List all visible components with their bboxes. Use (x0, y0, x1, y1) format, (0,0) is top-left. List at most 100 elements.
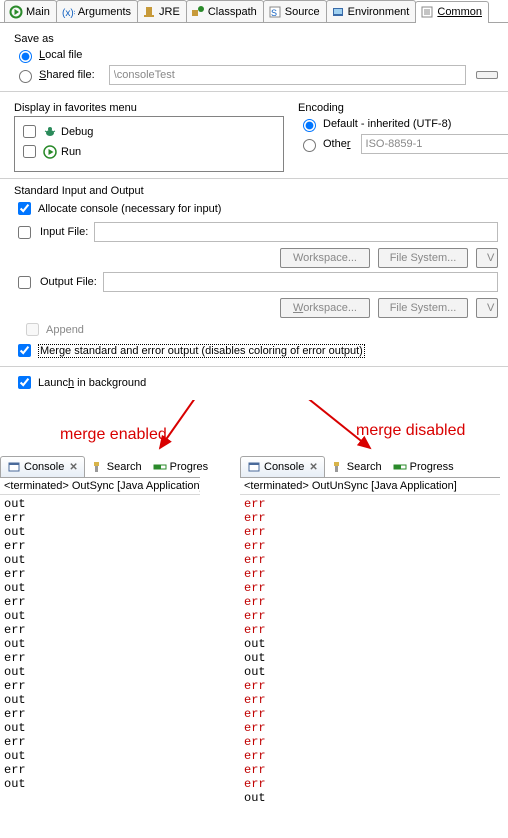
favorite-debug-label: Debug (61, 126, 93, 138)
console-icon (7, 460, 21, 474)
tab-arguments[interactable]: (x)= Arguments (56, 0, 138, 22)
progress-icon (153, 460, 167, 474)
input-workspace-button[interactable]: Workspace... (280, 248, 370, 268)
append-checkbox[interactable] (26, 323, 39, 336)
tab-label: Common (437, 6, 482, 18)
tab-label: Arguments (78, 6, 131, 18)
console-line: err (244, 511, 496, 525)
view-tab-progress-left[interactable]: Progres (147, 457, 215, 477)
input-variables-button[interactable]: V (476, 248, 498, 268)
console-output-left[interactable]: outerrouterrouterrouterrouterrouterroute… (0, 495, 200, 793)
output-filesystem-button[interactable]: File System... (378, 298, 468, 318)
console-line: err (244, 609, 496, 623)
view-tab-console-right[interactable]: Console ✕ (240, 456, 325, 477)
console-line: err (4, 595, 196, 609)
tab-source[interactable]: S Source (263, 0, 327, 22)
input-file-input[interactable] (94, 222, 498, 242)
view-tab-search-left[interactable]: Search (84, 457, 148, 477)
console-line: out (4, 525, 196, 539)
output-variables-button[interactable]: V (476, 298, 498, 318)
svg-text:S: S (271, 8, 277, 18)
arguments-icon: (x)= (61, 5, 75, 19)
console-line: err (4, 539, 196, 553)
view-tab-progress-right[interactable]: Progress (387, 457, 460, 477)
console-output-right[interactable]: errerrerrerrerrerrerrerrerrerroutoutoute… (240, 495, 500, 807)
bug-icon (43, 125, 57, 139)
encoding-other-input[interactable] (361, 134, 508, 154)
main-icon (9, 5, 23, 19)
output-file-label: Output File: (40, 276, 97, 288)
launch-config-tabstrip: Main (x)= Arguments JRE Classpath S Sour… (0, 0, 508, 23)
allocate-console-checkbox[interactable] (18, 202, 31, 215)
common-tab-body: Save as Local file Shared file: Display … (0, 23, 508, 400)
console-line: err (244, 707, 496, 721)
favorite-run-label: Run (61, 146, 81, 158)
append-label: Append (46, 324, 84, 336)
console-line: out (4, 553, 196, 567)
environment-icon (331, 5, 345, 19)
output-workspace-button[interactable]: Workspace... (280, 298, 370, 318)
encoding-default-radio[interactable] (303, 119, 316, 132)
shared-file-browse-button[interactable] (476, 71, 498, 79)
console-line: err (244, 693, 496, 707)
console-line: err (4, 735, 196, 749)
shared-file-input[interactable] (109, 65, 466, 85)
console-line: err (244, 763, 496, 777)
view-tab-label: Console (24, 461, 64, 473)
favorite-debug-checkbox[interactable] (23, 125, 36, 138)
tab-label: Environment (348, 6, 410, 18)
tab-main[interactable]: Main (4, 0, 57, 22)
encoding-other-radio[interactable] (303, 139, 316, 152)
console-line: err (244, 525, 496, 539)
console-line: out (4, 693, 196, 707)
launch-bg-checkbox[interactable] (18, 376, 31, 389)
favorite-run-checkbox[interactable] (23, 145, 36, 158)
run-icon (43, 145, 57, 159)
console-line: err (4, 651, 196, 665)
view-tab-console-left[interactable]: Console ✕ (0, 456, 85, 477)
view-tab-label: Search (347, 461, 382, 473)
input-file-checkbox[interactable] (18, 226, 31, 239)
tab-label: Classpath (208, 6, 257, 18)
close-icon[interactable]: ✕ (309, 462, 317, 473)
console-line: out (244, 651, 496, 665)
close-icon[interactable]: ✕ (69, 462, 77, 473)
view-tab-label: Console (264, 461, 304, 473)
console-line: err (244, 735, 496, 749)
input-filesystem-button[interactable]: File System... (378, 248, 468, 268)
console-line: err (244, 777, 496, 791)
view-tab-label: Progress (410, 461, 454, 473)
tab-environment[interactable]: Environment (326, 0, 417, 22)
terminated-status-left: <terminated> OutSync [Java Application] (0, 478, 200, 495)
tab-jre[interactable]: JRE (137, 0, 187, 22)
encoding-default-label: Default - inherited (UTF-8) (323, 118, 451, 130)
encoding-other-label: Other (323, 138, 351, 150)
output-file-input[interactable] (103, 272, 498, 292)
console-line: err (244, 553, 496, 567)
favorites-heading: Display in favorites menu (14, 102, 284, 114)
console-line: err (4, 567, 196, 581)
encoding-heading: Encoding (298, 102, 508, 114)
tab-label: Source (285, 6, 320, 18)
console-line: err (244, 679, 496, 693)
console-line: err (4, 707, 196, 721)
console-line: out (4, 609, 196, 623)
console-line: err (244, 623, 496, 637)
favorites-listbox[interactable]: Debug Run (14, 116, 284, 172)
console-panel-merge-enabled: Console ✕ Search Progres <terminated> Ou… (0, 456, 200, 807)
input-file-label: Input File: (40, 226, 88, 238)
common-icon (420, 5, 434, 19)
merge-output-checkbox[interactable] (18, 344, 31, 357)
console-line: err (244, 721, 496, 735)
output-file-checkbox[interactable] (18, 276, 31, 289)
console-line: err (244, 749, 496, 763)
shared-file-radio[interactable] (19, 70, 32, 83)
console-line: err (244, 581, 496, 595)
console-line: err (4, 511, 196, 525)
local-file-radio[interactable] (19, 50, 32, 63)
classpath-icon (191, 5, 205, 19)
tab-common[interactable]: Common (415, 1, 489, 23)
view-tab-search-right[interactable]: Search (324, 457, 388, 477)
console-line: out (4, 749, 196, 763)
tab-classpath[interactable]: Classpath (186, 0, 264, 22)
